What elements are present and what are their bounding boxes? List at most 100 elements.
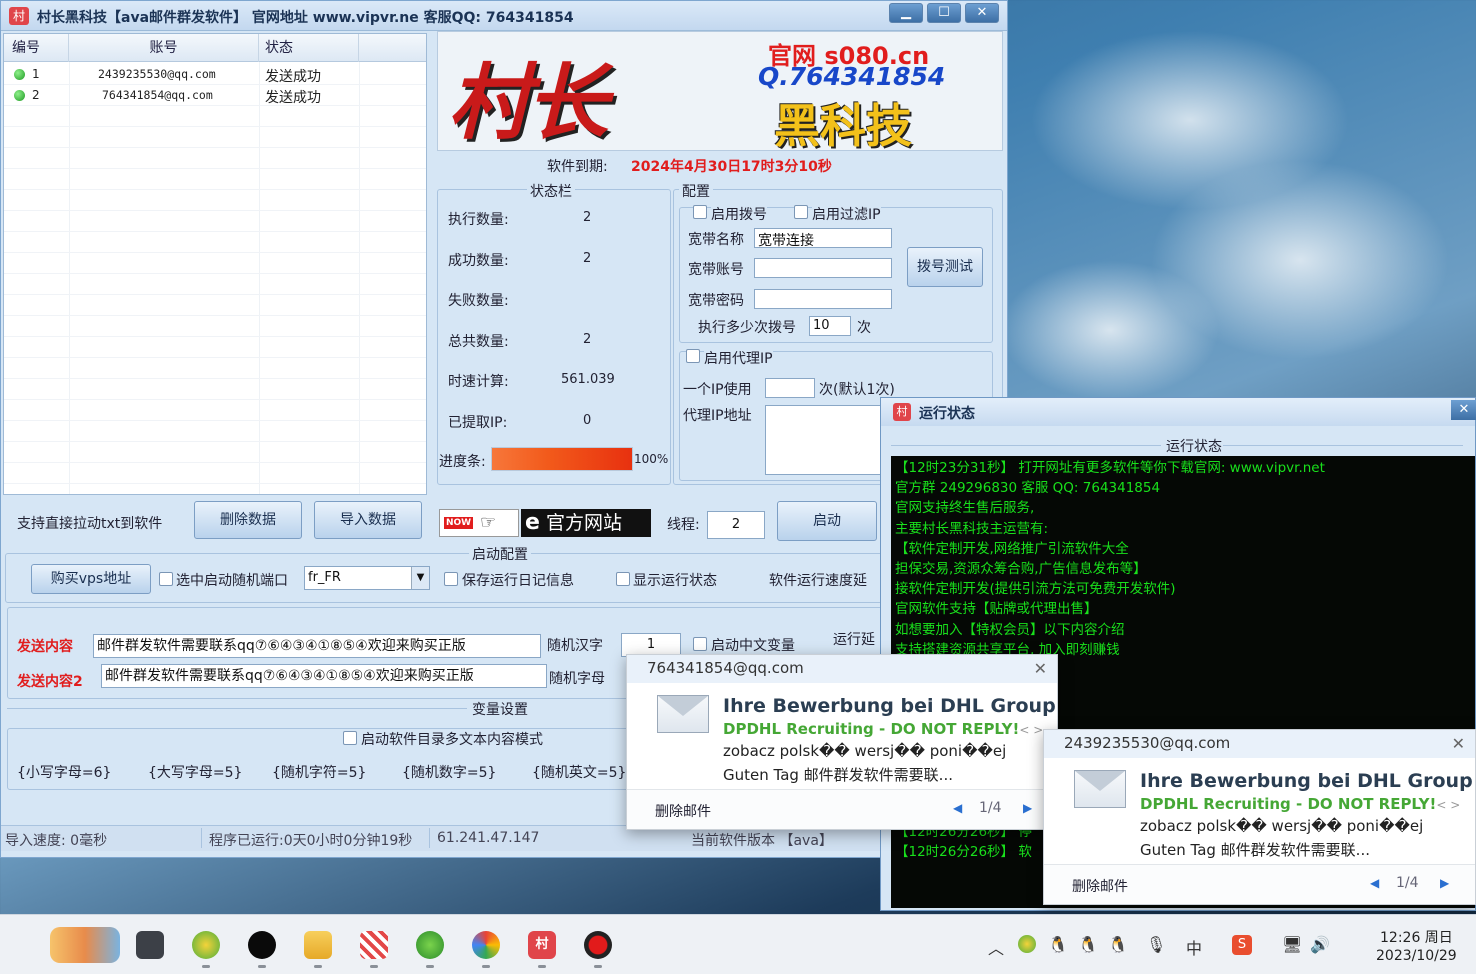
official-site-link[interactable]: NOW ☞ — [439, 509, 519, 537]
variable-random-char[interactable]: {随机字符=5} — [272, 762, 366, 782]
clock-time[interactable]: 12:26 周日 — [1380, 927, 1453, 947]
banner-qq: Q.764341854 — [758, 62, 946, 91]
column-header-num[interactable]: 编号 — [4, 34, 69, 62]
title-bar[interactable]: 村 村长黑科技【ava邮件群发软件】 官网地址 www.vipvr.ne 客服Q… — [1, 1, 1007, 31]
enable-dial-checkbox[interactable] — [693, 205, 707, 219]
minimize-button[interactable]: ▁ — [889, 3, 923, 23]
running-indicator — [538, 965, 546, 968]
save-log-checkbox[interactable] — [444, 572, 458, 586]
prev-icon[interactable]: ◀ — [953, 801, 962, 815]
browser-icon[interactable] — [192, 931, 220, 959]
notification-footer: 删除邮件 ◀ 1/4 ▶ — [627, 789, 1057, 829]
network-icon[interactable]: 🖥 — [1282, 935, 1302, 954]
widgets-icon[interactable] — [50, 927, 120, 963]
official-site-badge[interactable]: e 官方网站 — [521, 509, 651, 537]
speed-value: 561.039 — [561, 372, 615, 387]
grid-line — [4, 252, 426, 253]
dial-test-button[interactable]: 拨号测试 — [907, 247, 983, 287]
proxy-addr-label: 代理IP地址 — [683, 408, 752, 424]
folder-icon[interactable] — [304, 931, 332, 959]
delete-mail-button[interactable]: 删除邮件 — [1072, 876, 1128, 896]
dial-times-input[interactable]: 10 — [809, 316, 851, 336]
locale-select[interactable]: fr_FR ▼ — [304, 566, 430, 590]
delete-data-button[interactable]: 删除数据 — [194, 501, 302, 539]
log-line: 担保交易,资源众筹合购,广告信息发布等】 — [895, 561, 1147, 578]
variable-uppercase[interactable]: {大写字母=5} — [148, 762, 242, 782]
brand-banner[interactable]: 村长 官网 s080.cn Q.764341854 黑科技 — [437, 31, 1003, 153]
mail-notification[interactable]: 2439235530@qq.com ✕ Ihre Bewerbung bei D… — [1043, 729, 1476, 905]
chinese-var-checkbox[interactable] — [693, 637, 707, 651]
multi-text-checkbox[interactable] — [343, 731, 357, 745]
broadband-account-input[interactable] — [754, 258, 892, 278]
mail-notification[interactable]: 764341854@qq.com ✕ Ihre Bewerbung bei DH… — [626, 654, 1058, 830]
show-state-checkbox[interactable] — [616, 572, 630, 586]
ime-indicator[interactable]: 中 — [1186, 935, 1202, 959]
random-port-checkbox[interactable] — [159, 572, 173, 586]
record-icon[interactable] — [584, 931, 612, 959]
account-list[interactable]: 编号 账号 状态 1 2439235530@qq.com 发送成功 2 7643… — [3, 33, 427, 495]
envelope-icon — [657, 695, 709, 733]
next-icon[interactable]: ▶ — [1023, 801, 1032, 815]
broadband-password-input[interactable] — [754, 289, 892, 309]
delete-mail-button[interactable]: 删除邮件 — [655, 801, 711, 821]
column-header-account[interactable]: 账号 — [69, 34, 259, 62]
chevron-down-icon[interactable]: ▼ — [411, 567, 429, 589]
app-icon[interactable]: 村 — [528, 931, 556, 959]
table-row[interactable]: 2 764341854@qq.com 发送成功 — [4, 85, 426, 106]
maximize-button[interactable]: ☐ — [927, 3, 961, 23]
grid-line — [4, 210, 426, 211]
per-ip-input[interactable] — [765, 378, 815, 398]
uptime: 程序已运行:0天0小时0分钟19秒 — [209, 833, 413, 849]
tray-app-icon[interactable] — [1018, 935, 1036, 953]
variables-title: 变量设置 — [469, 699, 531, 719]
qq-icon[interactable]: 🐧 — [1108, 935, 1128, 954]
enable-filter-ip-checkbox[interactable] — [794, 205, 808, 219]
start-button[interactable]: 启动 — [777, 501, 877, 541]
variable-random-english[interactable]: {随机英文=5} — [532, 762, 626, 782]
qq-icon[interactable]: 🐧 — [1078, 935, 1098, 954]
status-dot-icon — [14, 69, 25, 80]
run-delay-label: 运行延 — [833, 632, 875, 648]
close-button[interactable]: ✕ — [965, 3, 999, 23]
next-icon[interactable]: ▶ — [1440, 876, 1449, 890]
close-icon[interactable]: ✕ — [1452, 734, 1465, 753]
volume-icon[interactable]: 🔊 — [1310, 935, 1330, 954]
progress-track — [491, 447, 633, 471]
clock-date[interactable]: 2023/10/29 — [1376, 948, 1457, 964]
run-close-button[interactable]: ✕ — [1451, 400, 1476, 420]
buy-vps-button[interactable]: 购买vps地址 — [31, 564, 151, 594]
row-status: 发送成功 — [265, 69, 321, 85]
notification-subject: Ihre Bewerbung bei DHL Group — [1140, 770, 1473, 792]
input-method-icon[interactable]: S — [1232, 935, 1252, 955]
tool-icon[interactable] — [360, 931, 388, 959]
pointing-hand-icon: ☞ — [480, 512, 497, 533]
chrome-icon[interactable] — [472, 931, 500, 959]
microphone-icon[interactable]: 🎙 — [1146, 935, 1166, 954]
proxy-addr-textarea[interactable] — [765, 405, 885, 475]
notification-account: 764341854@qq.com — [627, 655, 1057, 683]
run-title-bar[interactable]: 村 运行状态 ✕ — [881, 398, 1476, 426]
enable-proxy-checkbox[interactable] — [686, 349, 700, 363]
close-icon[interactable]: ✕ — [1034, 659, 1047, 678]
ie-browser-icon[interactable] — [416, 931, 444, 959]
import-data-button[interactable]: 导入数据 — [314, 501, 422, 539]
save-log-label: 保存运行日记信息 — [462, 573, 574, 589]
row-num: 1 — [32, 67, 40, 81]
run-group-title: 运行状态 — [1163, 436, 1225, 456]
column-header-status[interactable]: 状态 — [259, 34, 359, 62]
qq-icon[interactable]: 🐧 — [1048, 935, 1068, 954]
task-view-icon[interactable] — [136, 931, 164, 959]
variable-random-digit[interactable]: {随机数字=5} — [402, 762, 496, 782]
broadband-name-input[interactable]: 宽带连接 — [754, 228, 892, 248]
list-header: 编号 账号 状态 — [4, 34, 426, 62]
chevron-up-icon[interactable]: ︿ — [988, 935, 1004, 959]
variable-lowercase[interactable]: {小写字母=6} — [17, 762, 111, 782]
threads-input[interactable]: 2 — [707, 511, 765, 539]
prev-icon[interactable]: ◀ — [1370, 876, 1379, 890]
content2-input[interactable]: 邮件群发软件需要联系qq⑦⑥④③④①⑧⑤④欢迎来购买正版 — [101, 664, 547, 688]
per-ip-unit: 次(默认1次) — [819, 382, 895, 398]
log-line: 官网软件支持【贴牌或代理出售】 — [895, 601, 1098, 618]
table-row[interactable]: 1 2439235530@qq.com 发送成功 — [4, 64, 426, 85]
content1-input[interactable]: 邮件群发软件需要联系qq⑦⑥④③④①⑧⑤④欢迎来购买正版 — [93, 634, 541, 658]
app-icon[interactable] — [248, 931, 276, 959]
